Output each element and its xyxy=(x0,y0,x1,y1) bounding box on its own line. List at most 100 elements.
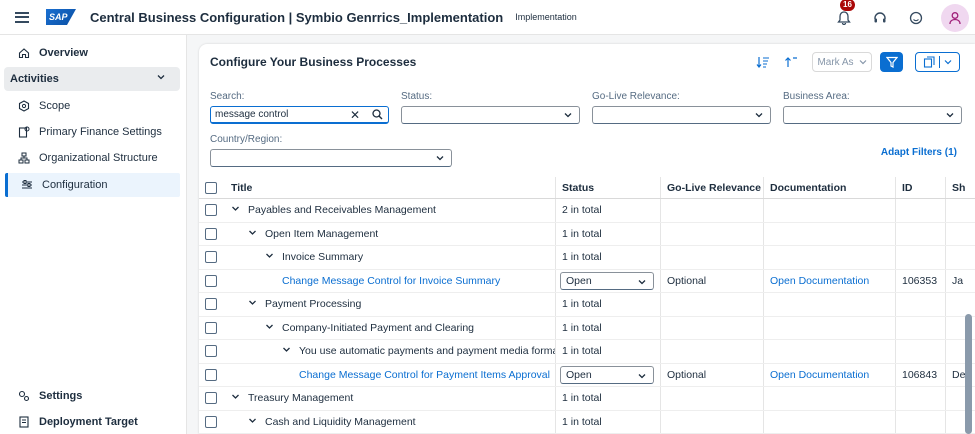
notifications-button[interactable]: 16 xyxy=(835,0,855,27)
menu-icon[interactable] xyxy=(15,9,29,25)
mark-as-button[interactable]: Mark As xyxy=(812,52,872,72)
clear-icon[interactable]: ✕ xyxy=(350,108,360,122)
vertical-scrollbar[interactable] xyxy=(965,314,972,434)
filter-button[interactable] xyxy=(880,52,903,72)
expand-chevron-icon[interactable] xyxy=(248,298,257,310)
expand-chevron-icon[interactable] xyxy=(265,322,274,334)
table-header: Title Status Go-Live Relevance Documenta… xyxy=(199,177,975,199)
col-title[interactable]: Title xyxy=(225,177,556,198)
sh-value: De xyxy=(952,368,966,381)
nav-deployment-label: Deployment Target xyxy=(39,416,138,428)
expand-chevron-icon[interactable] xyxy=(231,392,240,404)
nav-settings[interactable]: Settings xyxy=(5,384,180,408)
golive-cell: Optional xyxy=(661,363,764,386)
nav-primary-finance-settings[interactable]: Primary Finance Settings xyxy=(5,120,180,144)
activity-link[interactable]: Change Message Control for Invoice Summa… xyxy=(282,275,500,287)
table-row[interactable]: Change Message Control for Invoice Summa… xyxy=(199,269,975,293)
nav-overview-label: Overview xyxy=(39,47,88,59)
row-checkbox[interactable] xyxy=(205,251,217,264)
open-documentation-link[interactable]: Open Documentation xyxy=(770,369,869,381)
adapt-filters-link[interactable]: Adapt Filters (1) xyxy=(881,147,957,158)
expand-chevron-icon[interactable] xyxy=(248,228,257,240)
col-golive[interactable]: Go-Live Relevance xyxy=(661,177,764,198)
id-cell xyxy=(896,199,946,222)
col-status[interactable]: Status xyxy=(556,177,661,198)
collapse-all-button[interactable] xyxy=(783,52,799,72)
collapse-all-icon xyxy=(785,57,797,67)
search-input[interactable]: message control ✕ xyxy=(210,106,389,124)
title-cell: Invoice Summary xyxy=(225,246,556,269)
status-filter-select[interactable] xyxy=(401,106,580,124)
row-checkbox[interactable] xyxy=(205,298,217,311)
expand-chevron-icon[interactable] xyxy=(265,251,274,263)
status-cell: 1 in total xyxy=(556,222,661,245)
feedback-button[interactable] xyxy=(907,9,925,27)
golive-cell xyxy=(661,293,764,316)
expand-chevron-icon[interactable] xyxy=(231,204,240,216)
sort-descending-button[interactable] xyxy=(755,52,771,72)
nav-scope[interactable]: Scope xyxy=(5,94,180,118)
status-cell: 2 in total xyxy=(556,199,661,222)
row-checkbox[interactable] xyxy=(205,368,217,381)
documentation-cell xyxy=(764,410,896,433)
chevron-down-icon xyxy=(637,370,647,386)
business-area-filter-select[interactable] xyxy=(783,106,962,124)
golive-cell xyxy=(661,222,764,245)
row-checkbox[interactable] xyxy=(205,392,217,405)
golive-filter-select[interactable] xyxy=(592,106,771,124)
status-select[interactable]: Open xyxy=(560,271,654,290)
table-row[interactable]: Cash and Liquidity Management 1 in total xyxy=(199,410,975,434)
golive-value: Optional xyxy=(667,274,707,287)
id-cell: 106353 xyxy=(896,269,946,292)
row-checkbox[interactable] xyxy=(205,321,217,334)
activity-link[interactable]: Change Message Control for Payment Items… xyxy=(299,369,550,381)
table-row[interactable]: Change Message Control for Payment Items… xyxy=(199,363,975,387)
select-all-checkbox[interactable] xyxy=(205,181,217,194)
col-sh[interactable]: Sh xyxy=(946,177,975,198)
expand-chevron-icon[interactable] xyxy=(282,345,291,357)
table-row[interactable]: Invoice Summary 1 in total xyxy=(199,246,975,270)
home-icon xyxy=(17,47,31,59)
search-value: message control xyxy=(215,109,289,120)
user-avatar[interactable] xyxy=(941,3,969,32)
table-row[interactable]: Payables and Receivables Management 2 in … xyxy=(199,199,975,223)
table-row[interactable]: Treasury Management 1 in total xyxy=(199,387,975,411)
table-row[interactable]: Company-Initiated Payment and Clearing 1 … xyxy=(199,316,975,340)
nav-overview[interactable]: Overview xyxy=(5,41,180,65)
open-documentation-link[interactable]: Open Documentation xyxy=(770,275,869,287)
row-checkbox[interactable] xyxy=(205,204,217,217)
row-select-cell xyxy=(199,270,225,293)
node-title: Invoice Summary xyxy=(282,251,364,264)
country-filter-select[interactable] xyxy=(210,149,452,167)
documentation-cell xyxy=(764,293,896,316)
node-title: You use automatic payments and payment m… xyxy=(299,345,556,358)
mark-as-label: Mark As xyxy=(817,56,854,68)
help-button[interactable] xyxy=(871,9,889,27)
status-select[interactable]: Open xyxy=(560,365,654,386)
table-row[interactable]: Open Item Management 1 in total xyxy=(199,222,975,246)
col-documentation[interactable]: Documentation xyxy=(764,177,896,198)
row-checkbox[interactable] xyxy=(205,274,217,287)
row-checkbox[interactable] xyxy=(205,345,217,358)
nav-scope-label: Scope xyxy=(39,100,71,112)
chevron-down-icon xyxy=(945,110,955,123)
sap-logo[interactable]: SAP xyxy=(46,9,76,25)
expand-chevron-icon[interactable] xyxy=(248,416,257,428)
documentation-cell xyxy=(764,387,896,410)
nav-group-activities[interactable]: Activities xyxy=(4,67,180,91)
nav-organizational-structure[interactable]: Organizational Structure xyxy=(5,146,180,170)
node-title: Cash and Liquidity Management xyxy=(265,415,416,428)
search-icon[interactable] xyxy=(372,109,383,123)
node-title: Payables and Receivables Management xyxy=(248,204,436,217)
status-cell: Open xyxy=(556,363,661,386)
export-button[interactable] xyxy=(915,52,960,72)
table-row[interactable]: You use automatic payments and payment m… xyxy=(199,340,975,364)
col-id[interactable]: ID xyxy=(896,177,946,198)
table-row[interactable]: Payment Processing 1 in total xyxy=(199,293,975,317)
nav-deployment-target[interactable]: Deployment Target xyxy=(5,410,180,434)
configuration-icon xyxy=(20,179,34,191)
row-checkbox[interactable] xyxy=(205,415,217,428)
nav-configuration[interactable]: Configuration xyxy=(5,173,180,197)
row-checkbox[interactable] xyxy=(205,227,217,240)
org-structure-icon xyxy=(17,152,31,164)
